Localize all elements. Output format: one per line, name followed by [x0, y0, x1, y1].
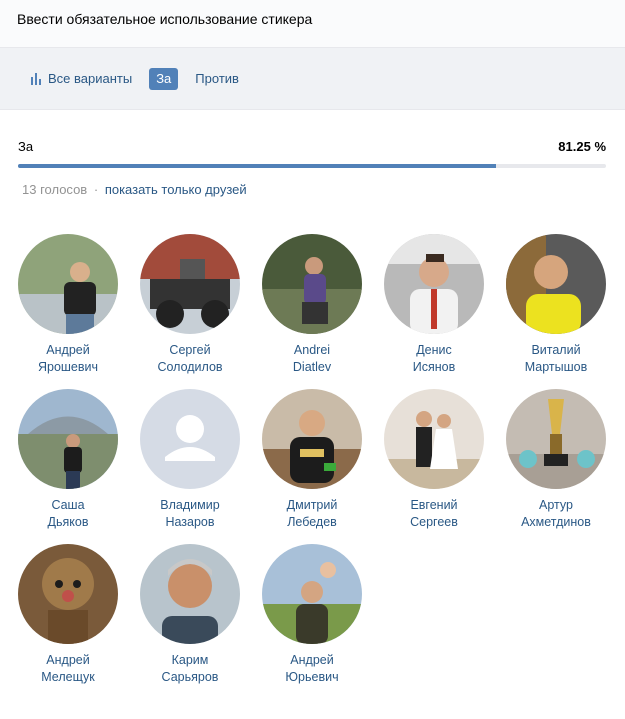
voter-first-name: Саша [51, 498, 85, 512]
show-friends-link[interactable]: показать только друзей [105, 182, 247, 197]
result-row: За 81.25 % [0, 110, 625, 170]
tab-against-label: Против [195, 71, 239, 86]
voter-first-name: Дмитрий [286, 498, 338, 512]
result-progress-bar [18, 164, 606, 168]
avatar[interactable] [140, 389, 240, 489]
voter-last-name: Ярошевич [37, 360, 99, 374]
result-option-label: За [18, 139, 34, 154]
voter-name[interactable]: Саша Дьяков [18, 497, 118, 531]
votes-count: 13 голосов [22, 182, 88, 197]
voter-name[interactable]: Андрей Юрьевич [262, 652, 362, 686]
voter-last-name: Солодилов [157, 360, 223, 374]
voter-item[interactable]: Andrei Diatlev [262, 234, 362, 376]
voter-first-name: Андрей [46, 653, 90, 667]
voter-item[interactable]: Саша Дьяков [18, 389, 118, 531]
avatar[interactable] [18, 234, 118, 334]
vote-filter-tabs: Все варианты За Против [0, 48, 625, 110]
voter-name[interactable]: Владимир Назаров [140, 497, 240, 531]
avatar[interactable] [384, 234, 484, 334]
poll-header: Ввести обязательное использование стикер… [0, 0, 625, 48]
voter-first-name: Виталий [531, 343, 581, 357]
avatar[interactable] [506, 234, 606, 334]
voter-first-name: Артур [539, 498, 573, 512]
voter-last-name: Дьяков [47, 515, 89, 529]
voter-last-name: Ахметдинов [521, 515, 591, 529]
result-progress-fill [18, 164, 496, 168]
votes-meta: 13 голосов · показать только друзей [0, 170, 625, 204]
voter-first-name: Евгений [410, 498, 458, 512]
voter-last-name: Лебедев [287, 515, 337, 529]
voter-last-name: Назаров [165, 515, 215, 529]
voter-item[interactable]: Денис Исянов [384, 234, 484, 376]
voter-last-name: Исянов [412, 360, 456, 374]
avatar[interactable] [262, 544, 362, 644]
tab-for[interactable]: За [149, 67, 179, 90]
voter-first-name: Владимир [160, 498, 220, 512]
poll-title: Ввести обязательное использование стикер… [17, 11, 313, 27]
voter-item[interactable]: Владимир Назаров [140, 389, 240, 531]
voter-name[interactable]: Andrei Diatlev [262, 342, 362, 376]
voter-name[interactable]: Дмитрий Лебедев [262, 497, 362, 531]
voter-first-name: Сергей [169, 343, 211, 357]
avatar[interactable] [506, 389, 606, 489]
voter-item[interactable]: Виталий Мартышов [506, 234, 606, 376]
voter-name[interactable]: Артур Ахметдинов [506, 497, 606, 531]
voter-item[interactable]: Дмитрий Лебедев [262, 389, 362, 531]
avatar[interactable] [18, 389, 118, 489]
voter-name[interactable]: Евгений Сергеев [384, 497, 484, 531]
voter-last-name: Мелещук [41, 670, 95, 684]
voter-last-name: Diatlev [292, 360, 332, 374]
voter-last-name: Юрьевич [285, 670, 339, 684]
voter-last-name: Сарьяров [161, 670, 219, 684]
avatar[interactable] [140, 234, 240, 334]
voter-item[interactable]: Андрей Мелещук [18, 544, 118, 686]
meta-separator: · [93, 182, 99, 197]
voter-name[interactable]: Карим Сарьяров [140, 652, 240, 686]
voter-item[interactable]: Андрей Юрьевич [262, 544, 362, 686]
tab-for-label: За [156, 71, 172, 86]
voter-first-name: Андрей [46, 343, 90, 357]
tab-against[interactable]: Против [186, 68, 248, 90]
voter-first-name: Andrei [293, 343, 331, 357]
voter-item[interactable]: Евгений Сергеев [384, 389, 484, 531]
voter-item[interactable]: Андрей Ярошевич [18, 234, 118, 376]
avatar[interactable] [140, 544, 240, 644]
voter-item[interactable]: Артур Ахметдинов [506, 389, 606, 531]
voter-name[interactable]: Сергей Солодилов [140, 342, 240, 376]
voter-item[interactable]: Сергей Солодилов [140, 234, 240, 376]
voter-name[interactable]: Виталий Мартышов [506, 342, 606, 376]
voter-name[interactable]: Андрей Мелещук [18, 652, 118, 686]
avatar[interactable] [262, 389, 362, 489]
voter-first-name: Карим [171, 653, 209, 667]
voter-last-name: Сергеев [410, 515, 458, 529]
result-percent: 81.25 % [558, 139, 606, 154]
avatar[interactable] [18, 544, 118, 644]
voter-first-name: Денис [416, 343, 452, 357]
voter-last-name: Мартышов [524, 360, 588, 374]
avatar[interactable] [262, 234, 362, 334]
bar-chart-icon [31, 72, 41, 85]
voter-item[interactable]: Карим Сарьяров [140, 544, 240, 686]
voter-name[interactable]: Андрей Ярошевич [18, 342, 118, 376]
tab-all-options[interactable]: Все варианты [18, 68, 141, 90]
avatar[interactable] [384, 389, 484, 489]
tab-all-options-label: Все варианты [48, 71, 133, 86]
voter-first-name: Андрей [290, 653, 334, 667]
voter-name[interactable]: Денис Исянов [384, 342, 484, 376]
